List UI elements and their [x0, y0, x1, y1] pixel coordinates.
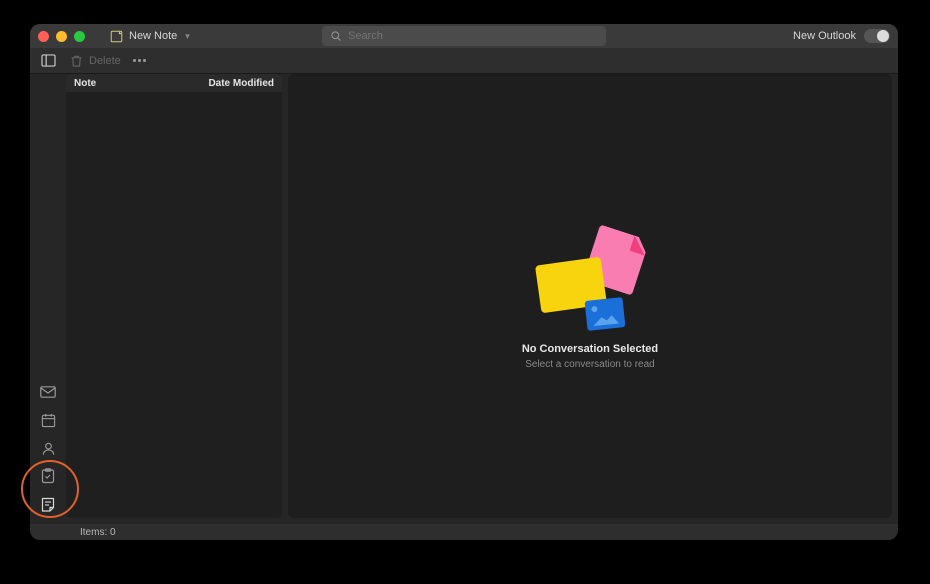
empty-illustration [530, 223, 650, 333]
ellipsis-icon [133, 59, 146, 62]
trash-icon [68, 53, 84, 69]
status-bar: Items: 0 [30, 524, 898, 540]
toolbar: Delete [30, 48, 898, 74]
sidebar-icon [40, 53, 56, 69]
new-note-icon [109, 29, 123, 43]
module-rail [30, 74, 66, 524]
column-date-modified: Date Modified [208, 78, 274, 89]
reading-pane: No Conversation Selected Select a conver… [288, 74, 892, 518]
tasks-icon [41, 468, 55, 484]
new-note-label: New Note [129, 30, 177, 42]
delete-button[interactable]: Delete [68, 53, 121, 69]
content-area: Note Date Modified No Conversation Selec… [66, 74, 898, 524]
empty-subtitle: Select a conversation to read [525, 359, 655, 370]
toggle-knob [877, 30, 889, 42]
notes-icon [41, 497, 55, 512]
empty-title: No Conversation Selected [522, 343, 658, 355]
search-icon [330, 30, 342, 42]
notes-list-header[interactable]: Note Date Modified [66, 74, 282, 92]
new-outlook-label: New Outlook [793, 30, 856, 42]
search-box[interactable] [322, 26, 606, 46]
zoom-window-button[interactable] [74, 31, 85, 42]
status-items-count: Items: 0 [80, 527, 116, 538]
chevron-down-icon: ▾ [185, 31, 190, 42]
rail-people-button[interactable] [36, 436, 60, 460]
mail-icon [40, 386, 56, 398]
search-input[interactable] [348, 30, 598, 42]
minimize-window-button[interactable] [56, 31, 67, 42]
column-note: Note [74, 78, 96, 89]
rail-tasks-button[interactable] [36, 464, 60, 488]
empty-state: No Conversation Selected Select a conver… [522, 223, 658, 370]
body: Note Date Modified No Conversation Selec… [30, 74, 898, 524]
close-window-button[interactable] [38, 31, 49, 42]
rail-mail-button[interactable] [36, 380, 60, 404]
window-controls [38, 31, 85, 42]
more-actions-button[interactable] [133, 59, 146, 62]
toggle-sidebar-button[interactable] [40, 53, 56, 69]
rail-notes-button[interactable] [36, 492, 60, 516]
title-bar: New Note ▾ New Outlook [30, 24, 898, 48]
app-window: New Note ▾ New Outlook [30, 24, 898, 540]
people-icon [41, 441, 56, 456]
new-note-button[interactable]: New Note ▾ [101, 27, 198, 45]
delete-label: Delete [89, 55, 121, 67]
calendar-icon [41, 413, 56, 428]
rail-calendar-button[interactable] [36, 408, 60, 432]
new-outlook-toggle[interactable] [864, 29, 890, 43]
notes-list-pane: Note Date Modified [66, 74, 282, 518]
